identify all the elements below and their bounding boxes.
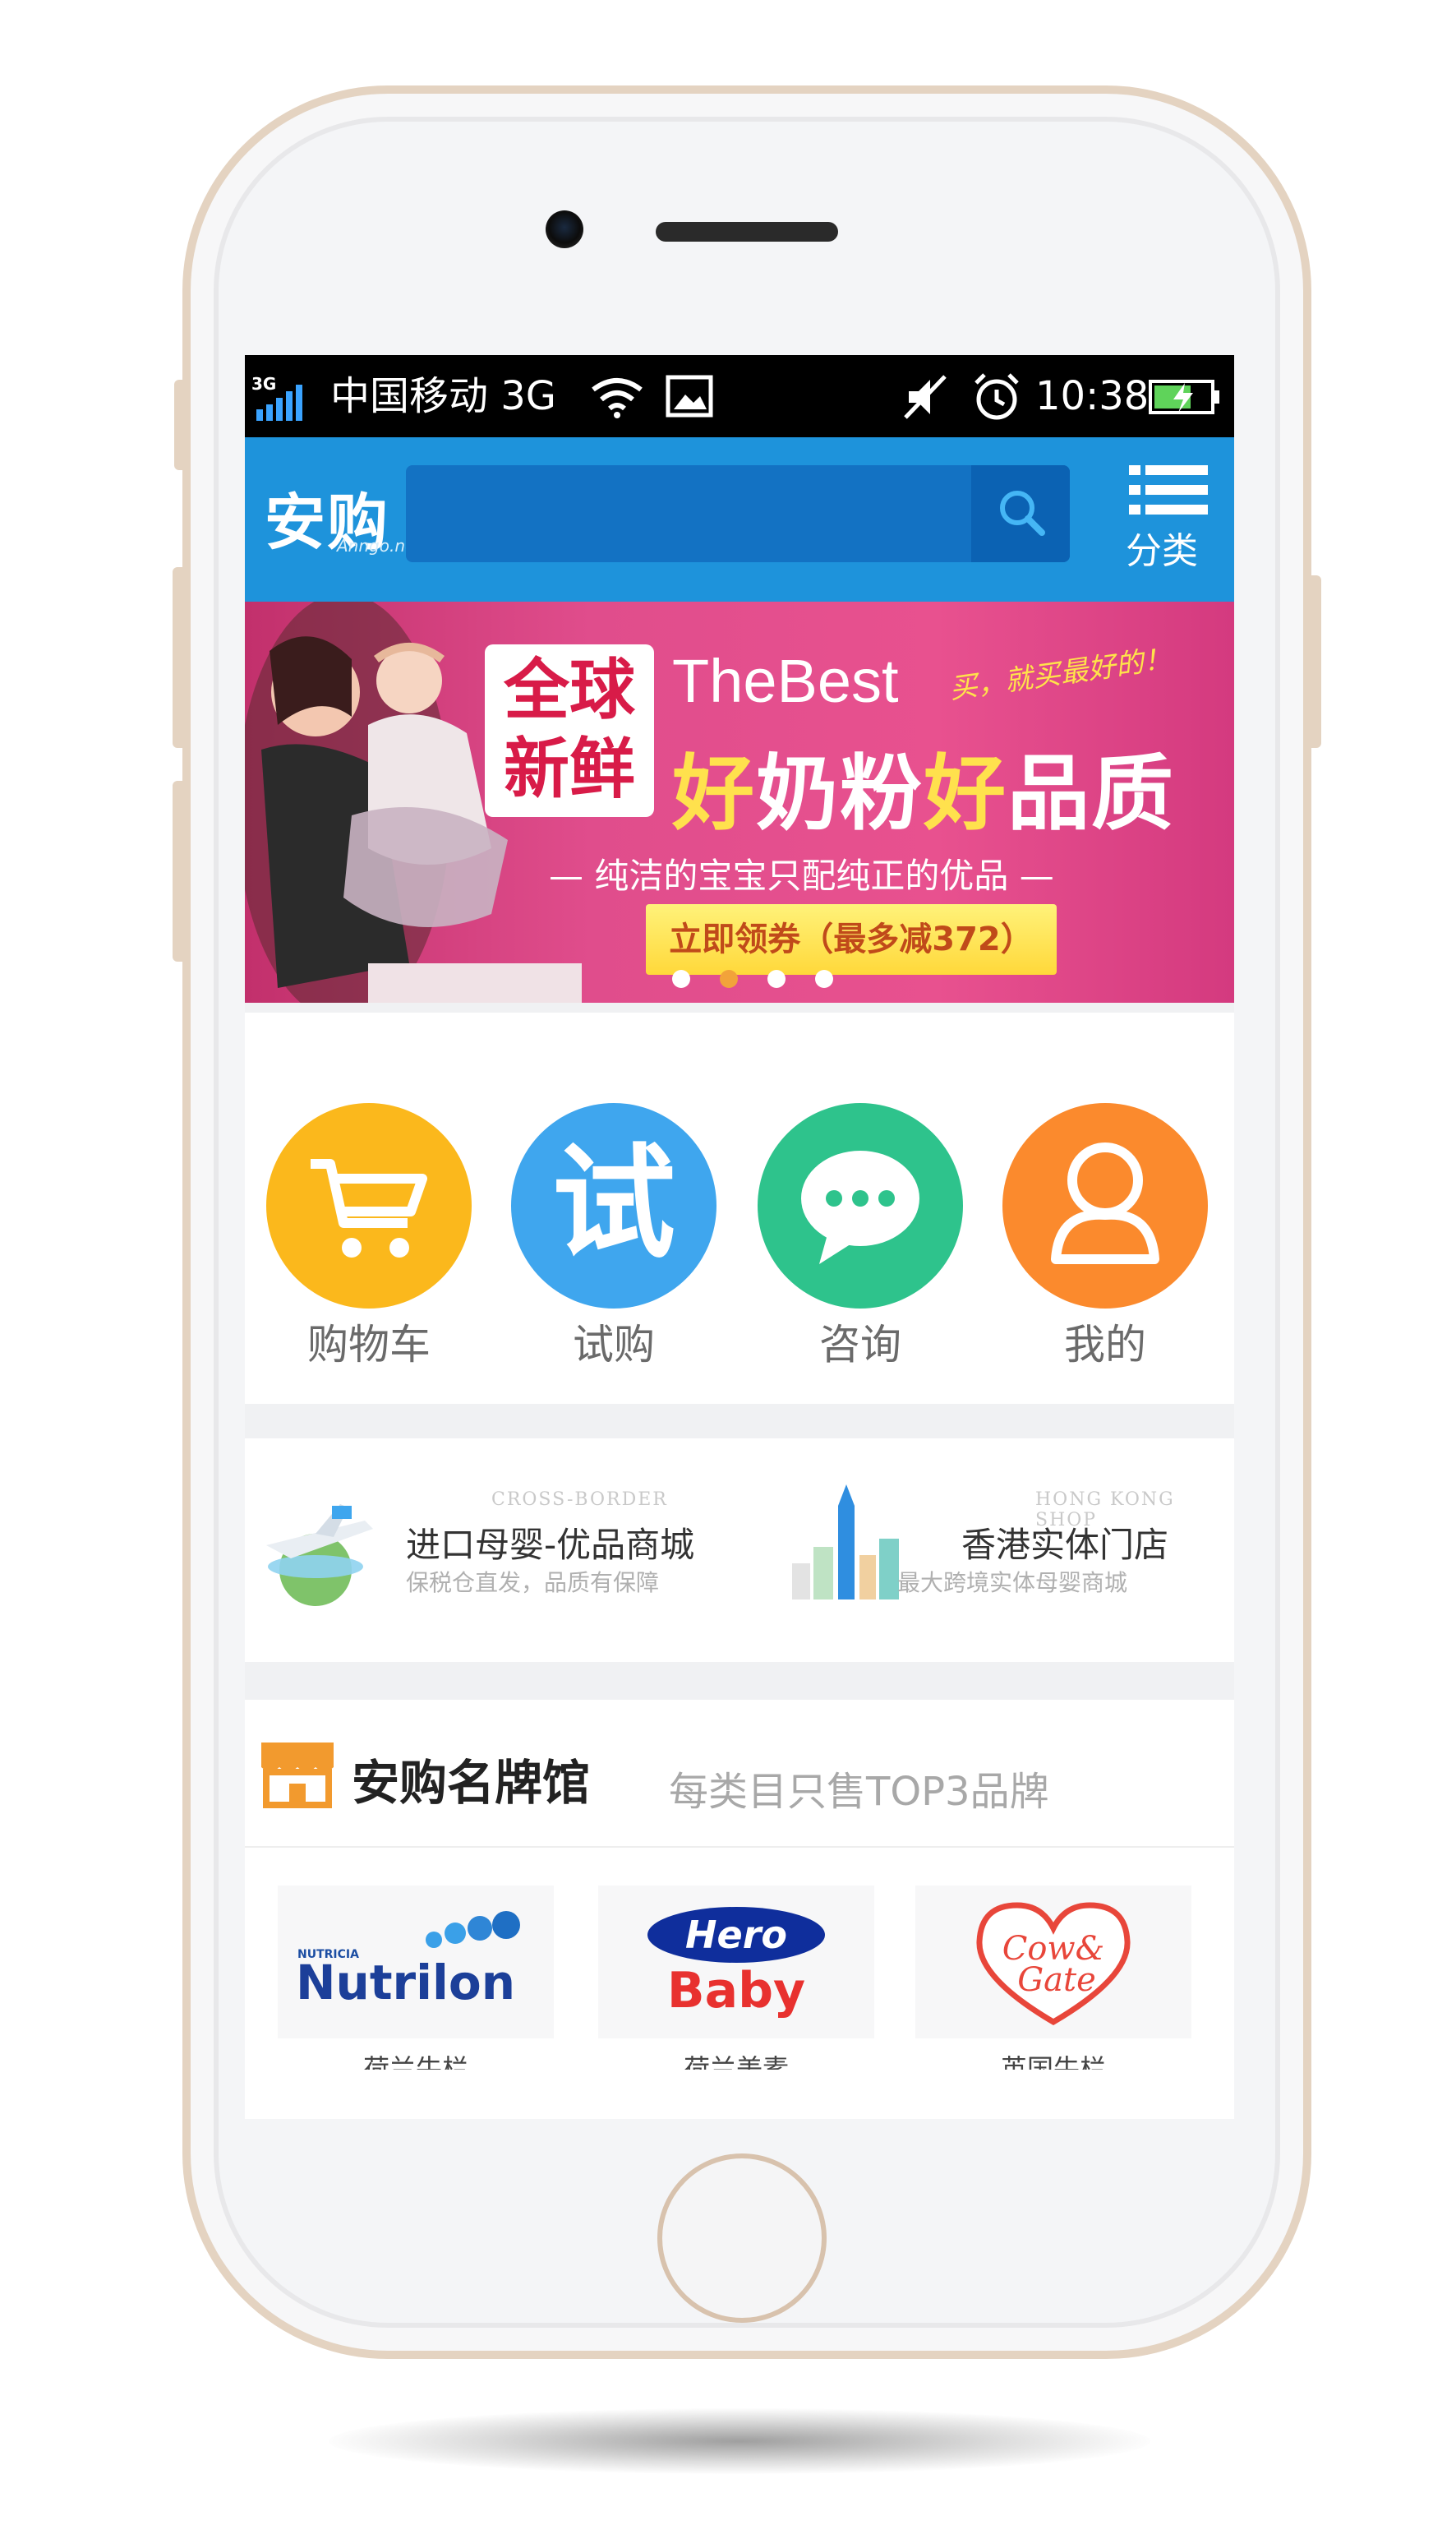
brand-cow-gate-tile[interactable]: Cow& Gate (915, 1886, 1191, 2038)
image-notification-icon (666, 375, 713, 418)
list-menu-icon (1129, 465, 1208, 515)
search-input[interactable] (406, 465, 1070, 562)
cart-icon (311, 1159, 427, 1258)
banner-global-fresh-badge: 全球 新鲜 (485, 644, 654, 817)
home-button[interactable] (657, 2153, 827, 2323)
cart-label: 购物车 (307, 1321, 431, 1369)
chat-icon (801, 1151, 919, 1264)
consult-button[interactable] (758, 1103, 963, 1309)
promo-subtitle: 最大跨境实体母婴商城 (897, 1569, 1128, 1596)
banner-tagline: — 纯洁的宝宝只配纯正的优品 — (549, 856, 1054, 896)
brand-nutrilon-tile[interactable]: NUTRICIA Nutrilon (278, 1886, 554, 2038)
battery-charging-icon (1149, 380, 1219, 414)
my-account-label: 我的 (1064, 1321, 1146, 1369)
hero-baby-logo: Hero Baby (647, 1907, 825, 2019)
section-divider (245, 1846, 1234, 1848)
nutrilon-logo: NUTRICIA Nutrilon (296, 1911, 520, 2010)
promo-subtitle: 保税仓直发，品质有保障 (406, 1569, 660, 1596)
search-button[interactable] (971, 465, 1070, 562)
store-icon (261, 1743, 334, 1808)
airplane-globe-icon (266, 1504, 373, 1606)
promo-en-label: CROSS-BORDER (491, 1489, 668, 1510)
category-menu-label: 分类 (1126, 530, 1198, 572)
carrier-label: 中国移动 3G (330, 373, 556, 419)
brand-hall-subtitle: 每类目只售TOP3品牌 (669, 1769, 1049, 1815)
earpiece-speaker (656, 222, 838, 242)
brand-name: 荷兰美素 (683, 2053, 789, 2070)
user-icon (1051, 1142, 1159, 1264)
brand-hero-baby-tile[interactable]: Hero Baby (598, 1886, 874, 2038)
phone-screen: 3G 中国移动 3G 10:38 安购 Anngo.net 分类 全球 新鲜 T… (245, 355, 1234, 2119)
cart-button[interactable] (266, 1103, 472, 1309)
promo-title: 香港实体门店 (961, 1525, 1169, 1565)
promo-entries: CROSS-BORDER 进口母婴-优品商城 保税仓直发，品质有保障 HONG … (245, 1438, 1234, 1662)
signal-icon: 3G (251, 374, 302, 421)
hero-wordmark: Hero (685, 1913, 787, 1957)
app-header: 安购 Anngo.net 分类 (245, 437, 1234, 602)
network-badge: 3G (251, 374, 276, 394)
badge-line-1: 全球 (504, 652, 635, 728)
headline-part-a: 好 (672, 745, 756, 842)
carousel-dot-1[interactable] (672, 970, 690, 988)
clock-time: 10:38 (1035, 373, 1150, 419)
city-buildings-icon (792, 1484, 899, 1599)
vibrate-mute-icon (904, 375, 947, 419)
brand-name: 荷兰牛栏 (362, 2053, 468, 2070)
badge-line-2: 新鲜 (504, 731, 635, 807)
banner-headline: 好奶粉好品质 (672, 727, 1175, 846)
nutrilon-wordmark: Nutrilon (296, 1955, 515, 2010)
hong-kong-store-entry[interactable]: HONG KONG SHOP 香港实体门店 最大跨境实体母婴商城 (740, 1438, 1234, 1662)
brand-hall-title: 安购名牌馆 (352, 1755, 591, 1811)
phone-shadow (329, 2408, 1150, 2474)
trial-label: 试购 (573, 1321, 655, 1369)
cross-border-mall-entry[interactable]: CROSS-BORDER 进口母婴-优品商城 保税仓直发，品质有保障 (245, 1438, 738, 1662)
brand-name: 英国牛栏 (1000, 2053, 1106, 2070)
carousel-dot-4[interactable] (815, 970, 833, 988)
search-icon (1000, 491, 1045, 536)
my-account-button[interactable] (1002, 1103, 1208, 1309)
headline-part-c: 好 (924, 745, 1007, 842)
front-camera (546, 210, 583, 248)
claim-coupon-button[interactable]: 立即领券（最多减372） (646, 904, 1057, 975)
wifi-icon (592, 378, 643, 418)
gate-wordmark: Gate (1017, 1961, 1096, 1999)
trial-icon: 试 (551, 1133, 675, 1276)
cow-gate-heart-logo: Cow& Gate (976, 1902, 1131, 2026)
baby-wordmark: Baby (667, 1962, 805, 2019)
status-bar: 3G 中国移动 3G 10:38 (245, 355, 1234, 437)
promo-title: 进口母婴-优品商城 (406, 1525, 695, 1565)
carousel-dot-2[interactable] (720, 970, 738, 988)
carousel-dot-3[interactable] (767, 970, 786, 988)
headline-part-b: 奶粉 (756, 745, 924, 842)
promo-banner-carousel[interactable]: 全球 新鲜 TheBest 买，就买最好的！ 好奶粉好品质 — 纯洁的宝宝只配纯… (245, 602, 1234, 1003)
headline-part-d: 品质 (1007, 745, 1175, 842)
banner-script-text: 买，就买最好的！ (947, 642, 1173, 706)
alarm-icon (975, 373, 1019, 420)
banner-title-en: TheBest (672, 647, 899, 715)
consult-label: 咨询 (819, 1321, 901, 1369)
trial-button[interactable]: 试 (511, 1103, 716, 1309)
quick-actions: 购物车 试 试购 咨询 我的 (245, 1013, 1234, 1404)
brand-hall-section: 安购名牌馆 每类目只售TOP3品牌 NUTRICIA Nutrilon 荷兰牛栏… (245, 1700, 1234, 2119)
